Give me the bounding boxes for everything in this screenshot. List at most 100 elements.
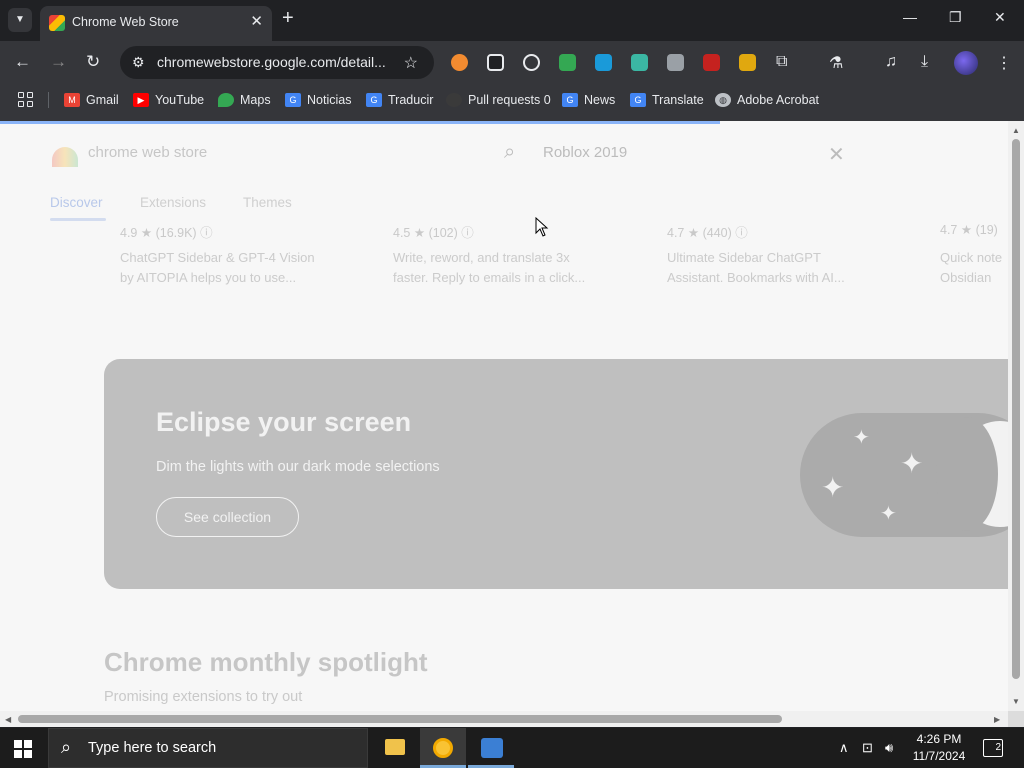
horizontal-scroll-thumb[interactable] <box>18 715 782 723</box>
taskbar-search-box[interactable]: ⌕ Type here to search <box>48 728 368 768</box>
labs-flask-icon[interactable]: ⚗ <box>829 53 843 73</box>
vertical-scroll-thumb[interactable] <box>1012 139 1020 679</box>
scroll-down-arrow-icon[interactable]: ▼ <box>1012 697 1020 706</box>
star-icon: ★ <box>687 226 700 240</box>
sparkle-icon: ✦ <box>880 503 897 525</box>
see-collection-button[interactable]: See collection <box>156 497 299 537</box>
tab-discover[interactable]: Discover <box>50 195 103 210</box>
scroll-up-arrow-icon[interactable]: ▲ <box>1012 126 1020 135</box>
restore-icon[interactable]: ❐ <box>949 9 962 26</box>
store-name[interactable]: chrome web store <box>88 144 207 161</box>
rating: 4.7 ★ (19) <box>940 222 998 237</box>
bookmark-news[interactable]: G News <box>562 93 615 113</box>
network-app-taskbar-button[interactable] <box>468 728 514 768</box>
taskbar-clock[interactable]: 4:26 PM 11/7/2024 <box>908 731 970 765</box>
search-input[interactable]: Roblox 2019 <box>543 144 627 161</box>
bookmark-label: YouTube <box>155 93 205 107</box>
site-info-icon[interactable]: ⚙ <box>132 54 145 71</box>
forward-arrow-icon[interactable]: → <box>50 52 67 72</box>
media-controls-icon[interactable]: ♫ <box>885 53 897 71</box>
file-explorer-taskbar-button[interactable] <box>372 728 418 768</box>
globe-icon: ◍ <box>715 93 731 107</box>
google-translate-icon: G <box>366 93 382 107</box>
vertical-scrollbar[interactable]: ▲ ▼ <box>1008 121 1024 711</box>
extension-adobe-icon[interactable] <box>703 54 720 71</box>
reload-icon[interactable]: ↻ <box>86 52 100 72</box>
scrollbar-corner <box>1008 711 1024 727</box>
info-icon[interactable]: ⓘ <box>735 226 748 240</box>
google-news-icon: G <box>562 93 578 107</box>
tab-chrome-web-store[interactable]: Chrome Web Store ✕ <box>40 6 272 41</box>
tab-title: Chrome Web Store <box>72 15 179 29</box>
horizontal-scrollbar[interactable]: ◀ ▶ <box>0 711 1008 727</box>
tab-extensions[interactable]: Extensions <box>140 195 206 210</box>
browser-toolbar: ← → ↻ ⚙ chromewebstore.google.com/detail… <box>0 41 1024 85</box>
bookmark-translate[interactable]: G Translate <box>630 93 704 113</box>
bookmark-noticias[interactable]: G Noticias <box>285 93 351 113</box>
description-line: Write, reword, and translate 3x <box>393 250 570 265</box>
windows-start-icon[interactable] <box>14 740 32 758</box>
rating-count: (16.9K) <box>155 226 197 240</box>
bookmark-star-icon[interactable]: ☆ <box>404 53 418 73</box>
extension-record-icon[interactable] <box>559 54 576 71</box>
bookmark-label: Traducir <box>388 93 434 107</box>
apps-grid-icon[interactable] <box>18 92 34 108</box>
show-hidden-icons-chevron-icon[interactable]: ∧ <box>839 740 849 756</box>
network-icon[interactable]: ⊡ <box>862 740 873 756</box>
bookmark-label: Gmail <box>86 93 119 107</box>
bookmark-adobe-acrobat[interactable]: ◍ Adobe Acrobat <box>715 93 819 113</box>
eclipse-banner[interactable]: Eclipse your screen Dim the lights with … <box>104 359 1008 589</box>
volume-icon[interactable]: 🔊︎ <box>885 740 893 756</box>
description-line: Obsidian <box>940 270 992 285</box>
bookmark-traducir[interactable]: G Traducir <box>366 93 433 113</box>
extension-description: ChatGPT Sidebar & GPT-4 Vision by AITOPIA… <box>120 248 315 288</box>
address-bar[interactable]: ⚙ chromewebstore.google.com/detail... ☆ <box>120 46 434 79</box>
sparkle-icon: ✦ <box>821 472 845 503</box>
url-text[interactable]: chromewebstore.google.com/detail... <box>157 54 386 70</box>
extension-description: Quick note Obsidian <box>940 248 1002 288</box>
bookmark-pull-requests[interactable]: Pull requests 0 <box>446 93 551 113</box>
extension-printer-icon[interactable] <box>667 54 684 71</box>
info-icon[interactable]: ⓘ <box>200 226 213 240</box>
extension-lightning-icon[interactable] <box>523 54 540 71</box>
extension-glasses-icon[interactable] <box>487 54 504 71</box>
close-window-icon[interactable]: ✕ <box>994 9 1006 26</box>
chrome-web-store-logo-icon[interactable] <box>52 147 78 167</box>
bookmark-maps[interactable]: Maps <box>218 93 271 113</box>
tab-themes[interactable]: Themes <box>243 195 292 210</box>
description-line: Assistant. Bookmarks with AI... <box>667 270 845 285</box>
search-icon[interactable]: ⌕ <box>504 141 515 164</box>
more-menu-icon[interactable]: ⋮ <box>996 53 1012 73</box>
extension-yellow-icon[interactable] <box>739 54 756 71</box>
sparkle-icon: ✦ <box>900 448 924 479</box>
clear-search-icon[interactable]: ✕ <box>828 142 845 167</box>
notifications-icon[interactable]: 2 <box>983 739 1003 757</box>
bookmark-youtube[interactable]: ▶ YouTube <box>133 93 204 113</box>
tab-search-chevron-icon[interactable]: ▼ <box>8 8 32 32</box>
info-icon[interactable]: ⓘ <box>461 226 474 240</box>
bookmark-label: News <box>584 93 616 107</box>
rating-value: 4.5 <box>393 226 411 240</box>
chrome-icon <box>433 738 453 758</box>
downloads-icon[interactable]: ⤓ <box>921 53 928 71</box>
banner-subtitle: Dim the lights with our dark mode select… <box>156 459 440 475</box>
scroll-left-arrow-icon[interactable]: ◀ <box>5 715 11 724</box>
chrome-taskbar-button[interactable] <box>420 728 466 768</box>
extensions-puzzle-icon[interactable]: ⧉ <box>776 53 787 71</box>
extension-orange-icon[interactable] <box>451 54 468 71</box>
extension-teal-icon[interactable] <box>631 54 648 71</box>
rating-count: (440) <box>702 226 732 240</box>
back-arrow-icon[interactable]: ← <box>14 52 31 72</box>
extension-blue-icon[interactable] <box>595 54 612 71</box>
web-page-content: chrome web store ⌕ Roblox 2019 ✕ Discove… <box>0 121 1008 711</box>
new-tab-plus-icon[interactable]: + <box>282 7 294 30</box>
minimize-icon[interactable]: — <box>903 9 917 25</box>
search-icon: ⌕ <box>61 737 72 757</box>
scroll-right-arrow-icon[interactable]: ▶ <box>994 715 1000 724</box>
profile-avatar[interactable] <box>954 51 978 75</box>
chrome-web-store-favicon-icon <box>49 15 65 31</box>
bookmark-gmail[interactable]: M Gmail <box>64 93 119 113</box>
rating-count: (19) <box>975 223 998 237</box>
close-tab-icon[interactable]: ✕ <box>250 12 263 30</box>
description-line: faster. Reply to emails in a click... <box>393 270 586 285</box>
